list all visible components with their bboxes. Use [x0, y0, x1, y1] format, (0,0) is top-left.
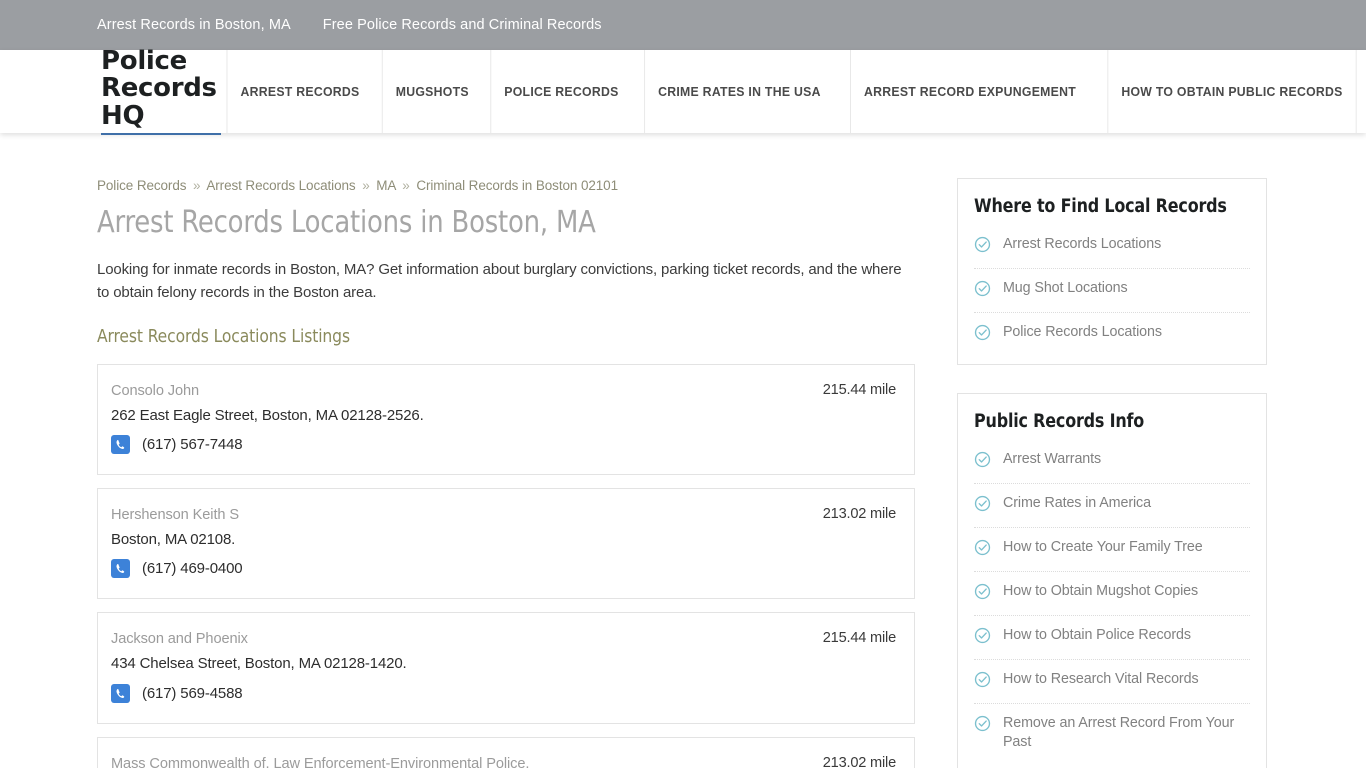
sidebar-link[interactable]: Police Records Locations — [1003, 323, 1162, 342]
listing-phone-row: (617) 567-7448 — [111, 435, 896, 455]
listing-card[interactable]: Mass Commonwealth of, Law Enforcement-En… — [97, 736, 915, 768]
circle-check-icon — [974, 715, 991, 737]
listing-card[interactable]: Consolo John 215.44 mile 262 East Eagle … — [97, 364, 915, 476]
listing-card[interactable]: Jackson and Phoenix 215.44 mile 434 Chel… — [97, 612, 915, 724]
nav-item-how-to-obtain-public-records[interactable]: HOW TO OBTAIN PUBLIC RECORDS — [1107, 50, 1357, 133]
sidebar-link[interactable]: How to Obtain Mugshot Copies — [1003, 582, 1198, 601]
listing-card[interactable]: Hershenson Keith S 213.02 mile Boston, M… — [97, 488, 915, 600]
phone-icon — [111, 559, 130, 579]
listing-header: Mass Commonwealth of, Law Enforcement-En… — [111, 755, 896, 768]
circle-check-icon — [974, 451, 991, 473]
sidebar-link[interactable]: How to Create Your Family Tree — [1003, 538, 1203, 557]
breadcrumb-item-ma[interactable]: MA — [376, 178, 395, 193]
logo-container: Police Records HQ — [0, 47, 221, 135]
circle-check-icon — [974, 280, 991, 302]
list-item[interactable]: Police Records Locations — [974, 313, 1250, 356]
listing-header: Jackson and Phoenix 215.44 mile — [111, 630, 896, 649]
listing-name[interactable]: Jackson and Phoenix — [111, 630, 248, 649]
sidebar: Where to Find Local Records Arrest Recor… — [957, 178, 1267, 768]
circle-check-icon — [974, 627, 991, 649]
circle-check-icon — [974, 671, 991, 693]
breadcrumb-item-current: Criminal Records in Boston 02101 — [416, 178, 618, 193]
listing-name[interactable]: Mass Commonwealth of, Law Enforcement-En… — [111, 755, 529, 768]
listing-phone-row: (617) 469-0400 — [111, 559, 896, 579]
breadcrumb: Police Records » Arrest Records Location… — [97, 178, 915, 193]
widget-public-records-info: Public Records Info Arrest Warrants Crim… — [957, 393, 1267, 768]
listing-distance: 215.44 mile — [822, 630, 896, 647]
listing-name[interactable]: Consolo John — [111, 382, 199, 401]
nav-item-arrest-records[interactable]: ARREST RECORDS — [226, 50, 372, 133]
nav-item-crime-rates-usa[interactable]: CRIME RATES IN THE USA — [644, 50, 834, 133]
listing-phone[interactable]: (617) 469-0400 — [142, 560, 243, 577]
list-item[interactable]: How to Obtain Mugshot Copies — [974, 572, 1250, 616]
widget-title: Where to Find Local Records — [974, 196, 1227, 217]
phone-icon — [111, 435, 130, 455]
listing-distance: 215.44 mile — [822, 382, 896, 398]
breadcrumb-item-arrest-records-locations[interactable]: Arrest Records Locations — [206, 178, 355, 193]
list-item[interactable]: Remove an Arrest Record From Your Past — [974, 704, 1250, 763]
topbar-link-free-police-records[interactable]: Free Police Records and Criminal Records — [323, 17, 602, 33]
breadcrumb-separator: » — [362, 178, 370, 193]
listing-phone[interactable]: (617) 567-7448 — [142, 436, 243, 453]
nav-item-mugshots[interactable]: MUGSHOTS — [381, 50, 481, 133]
breadcrumb-separator: » — [193, 178, 201, 193]
list-item[interactable]: Crime Rates in America — [974, 484, 1250, 528]
widget-list: Arrest Warrants Crime Rates in America H… — [974, 440, 1250, 763]
list-item[interactable]: Mug Shot Locations — [974, 269, 1250, 313]
breadcrumb-separator: » — [402, 178, 410, 193]
widget-list: Arrest Records Locations Mug Shot Locati… — [974, 225, 1250, 356]
list-item[interactable]: Arrest Warrants — [974, 440, 1250, 484]
sidebar-link[interactable]: Crime Rates in America — [1003, 494, 1151, 513]
sidebar-link[interactable]: Arrest Records Locations — [1003, 235, 1161, 254]
topbar-link-arrest-records-boston[interactable]: Arrest Records in Boston, MA — [97, 17, 291, 33]
list-item[interactable]: How to Research Vital Records — [974, 660, 1250, 704]
page-title: Arrest Records Locations in Boston, MA — [97, 205, 596, 240]
sidebar-link[interactable]: Mug Shot Locations — [1003, 279, 1128, 298]
circle-check-icon — [974, 539, 991, 561]
listing-header: Consolo John 215.44 mile — [111, 382, 896, 401]
sidebar-link[interactable]: How to Obtain Police Records — [1003, 626, 1191, 645]
sidebar-link[interactable]: How to Research Vital Records — [1003, 670, 1199, 689]
listing-address: 262 East Eagle Street, Boston, MA 02128-… — [111, 406, 424, 424]
listing-distance: 213.02 mile — [822, 506, 896, 523]
circle-check-icon — [974, 583, 991, 605]
page-body: Police Records » Arrest Records Location… — [0, 133, 1366, 768]
listing-phone[interactable]: (617) 569-4588 — [142, 685, 243, 702]
site-logo[interactable]: Police Records HQ — [101, 47, 221, 135]
sidebar-link[interactable]: Arrest Warrants — [1003, 450, 1101, 469]
listing-name[interactable]: Hershenson Keith S — [111, 506, 239, 525]
circle-check-icon — [974, 495, 991, 517]
widget-where-to-find-local-records: Where to Find Local Records Arrest Recor… — [957, 178, 1267, 365]
list-item[interactable]: How to Obtain Police Records — [974, 616, 1250, 660]
listing-address: 434 Chelsea Street, Boston, MA 02128-142… — [111, 655, 407, 673]
widget-title: Public Records Info — [974, 411, 1145, 432]
sidebar-link[interactable]: Remove an Arrest Record From Your Past — [1003, 714, 1248, 753]
circle-check-icon — [974, 236, 991, 258]
listing-address: Boston, MA 02108. — [111, 531, 236, 549]
listing-phone-row: (617) 569-4588 — [111, 683, 896, 703]
phone-icon — [111, 683, 130, 703]
listing-header: Hershenson Keith S 213.02 mile — [111, 506, 896, 525]
site-header: Police Records HQ ARREST RECORDS MUGSHOT… — [0, 47, 1366, 135]
circle-check-icon — [974, 324, 991, 346]
list-item[interactable]: Arrest Records Locations — [974, 225, 1250, 269]
intro-paragraph: Looking for inmate records in Boston, MA… — [97, 260, 902, 301]
listing-distance: 213.02 mile — [822, 754, 896, 768]
main-content: Police Records » Arrest Records Location… — [97, 178, 915, 768]
section-title-listings: Arrest Records Locations Listings — [97, 326, 350, 347]
nav-item-arrest-record-expungement[interactable]: ARREST RECORD EXPUNGEMENT — [849, 50, 1089, 133]
top-bar: Arrest Records in Boston, MA Free Police… — [0, 0, 1366, 50]
main-navigation: ARREST RECORDS MUGSHOTS POLICE RECORDS C… — [221, 50, 1366, 133]
list-item[interactable]: How to Create Your Family Tree — [974, 528, 1250, 572]
nav-item-police-records[interactable]: POLICE RECORDS — [490, 50, 632, 133]
breadcrumb-item-police-records[interactable]: Police Records — [97, 178, 186, 193]
